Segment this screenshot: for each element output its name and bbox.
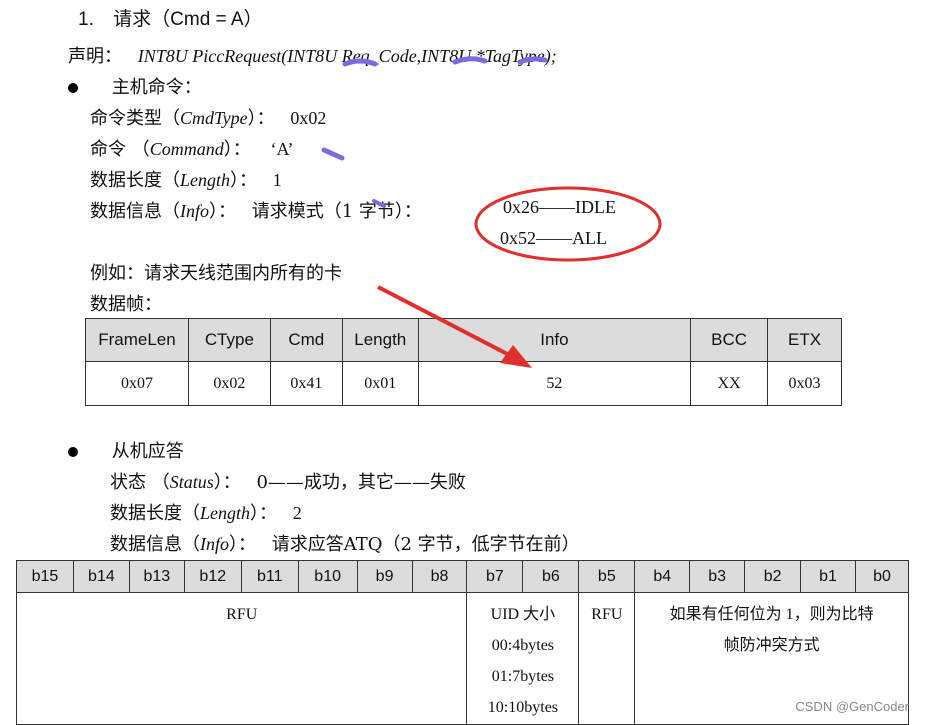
bit-header-cell: b9 <box>356 560 413 593</box>
purple-highlight-stroke <box>321 147 345 161</box>
uid-size-line: 01:7bytes <box>491 668 555 685</box>
info-line: 数据信息（Info）： 请求模式（1 字节）： <box>90 197 422 223</box>
status-term: Status <box>169 472 214 492</box>
declaration-line: 声明： INT8U PiccRequest(INT8U Req_Code,INT… <box>68 42 557 68</box>
info-close: ）： <box>209 201 236 222</box>
frame-table-row: 0x07 0x02 0x41 0x01 52 XX 0x03 <box>85 361 842 406</box>
cmdtype-close: ）： <box>247 108 275 129</box>
frame-header-cell: Cmd <box>269 318 343 362</box>
rfu-high-cell: RFU <box>15 592 468 725</box>
frame-header-cell: Length <box>341 318 419 362</box>
uid-size-line: 00:4bytes <box>491 637 555 654</box>
slave-info-close: ）： <box>229 534 256 555</box>
slave-title: 从机应答 <box>111 441 184 462</box>
info-option-all: 0x52——ALL <box>500 228 607 248</box>
frame-cell: 0x01 <box>341 361 419 406</box>
slave-info-label: 数据信息（ <box>110 534 200 555</box>
bit-header-cell: b2 <box>744 560 802 593</box>
frame-table: FrameLen CType Cmd Length Info BCC ETX 0… <box>85 318 842 406</box>
slave-info-line: 数据信息（Info）： 请求应答ATQ（2 字节，低字节在前） <box>110 530 580 556</box>
anticollision-line: 帧防冲突方式 <box>723 637 820 654</box>
uid-size-line: UID 大小 <box>490 606 556 623</box>
bit-header-cell: b0 <box>854 560 910 593</box>
slave-length-line: 数据长度（Length）： 2 <box>110 499 302 525</box>
uid-size-line: 10:10bytes <box>487 699 559 716</box>
function-signature: INT8U PiccRequest(INT8U Req_Code,INT8U *… <box>137 46 557 66</box>
cmdtype-line: 命令类型（CmdType）： 0x02 <box>90 104 326 130</box>
bits-header-row: b15 b14 b13 b12 b11 b10 b9 b8 b7 b6 b5 b… <box>16 560 910 593</box>
bit-header-cell: b8 <box>411 560 468 593</box>
bullet-dot-icon <box>68 447 78 457</box>
slave-length-term: Length <box>200 503 251 523</box>
uid-size-cell: UID 大小 00:4bytes 01:7bytes 10:10bytes <box>466 592 580 725</box>
bit-header-cell: b15 <box>16 560 74 593</box>
bits-value-row: RFU UID 大小 00:4bytes 01:7bytes 10:10byte… <box>15 592 909 725</box>
frame-cell: 0x03 <box>767 361 842 406</box>
bullet-dot-icon <box>68 83 78 93</box>
bit-header-cell: b14 <box>72 560 130 593</box>
host-title: 主机命令： <box>111 77 202 98</box>
status-label: 状态 （ <box>110 472 170 493</box>
command-close: ）： <box>223 139 251 160</box>
section-heading: 1. 请求（Cmd = A） <box>78 4 263 31</box>
frame-cell: XX <box>690 361 769 406</box>
slave-length-close: ）： <box>250 503 278 524</box>
cmdtype-term: CmdType <box>180 108 248 128</box>
rfu-b5-cell: RFU <box>578 592 636 725</box>
length-line: 数据长度（Length）： 1 <box>90 166 282 192</box>
declaration-label: 声明： <box>68 46 122 67</box>
bit-header-cell: b11 <box>240 560 299 593</box>
info-term: Info <box>180 201 209 221</box>
example-text: 例如：请求天线范围内所有的卡 <box>90 263 342 284</box>
host-bullet: 主机命令： <box>68 73 202 99</box>
section-number: 1. <box>78 9 94 30</box>
slave-length-value: 2 <box>292 503 302 523</box>
status-line: 状态 （Status）： 0——成功，其它——失败 <box>110 468 466 494</box>
frame-cell: 0x02 <box>187 361 271 406</box>
bit-header-cell: b1 <box>800 560 856 593</box>
bit-header-cell: b3 <box>689 560 746 593</box>
frame-cell: 0x41 <box>269 361 343 406</box>
info-desc: 请求模式（1 字节）： <box>251 201 422 222</box>
bit-header-cell: b10 <box>297 560 358 593</box>
slave-bullet: 从机应答 <box>68 437 184 463</box>
cmdtype-label: 命令类型（ <box>90 108 180 129</box>
section-title: 请求（Cmd = A） <box>113 9 263 30</box>
atq-bits-table: b15 b14 b13 b12 b11 b10 b9 b8 b7 b6 b5 b… <box>15 560 910 725</box>
frame-header-cell: Info <box>417 318 692 362</box>
frame-header-cell: CType <box>187 318 271 362</box>
length-label: 数据长度（ <box>90 170 180 191</box>
frame-header-cell: BCC <box>690 318 769 362</box>
bit-header-cell: b13 <box>128 560 185 593</box>
command-value: ‘A’ <box>270 139 294 159</box>
frame-label: 数据帧： <box>90 294 162 315</box>
command-label: 命令 （ <box>90 139 150 160</box>
length-close: ）： <box>230 170 258 191</box>
frame-header-cell: FrameLen <box>85 318 189 362</box>
watermark: CSDN @GenCoder <box>795 699 909 714</box>
info-option-idle: 0x26——IDLE <box>503 197 616 217</box>
slave-info-value: 请求应答ATQ（2 字节，低字节在前） <box>271 534 580 555</box>
frame-header-cell: ETX <box>767 318 842 362</box>
frame-cell: 52 <box>417 361 692 406</box>
frame-table-header-row: FrameLen CType Cmd Length Info BCC ETX <box>85 318 842 362</box>
length-value: 1 <box>272 170 282 190</box>
length-term: Length <box>180 170 231 190</box>
cmdtype-value: 0x02 <box>290 108 327 128</box>
anticollision-line: 如果有任何位为 1，则为比特 <box>669 606 874 623</box>
bit-header-cell: b7 <box>466 560 524 593</box>
info-label: 数据信息（ <box>90 201 180 222</box>
slave-info-term: Info <box>200 534 229 554</box>
status-close: ）： <box>213 472 241 493</box>
bit-header-cell: b6 <box>522 560 580 593</box>
status-value: 0——成功，其它——失败 <box>256 472 466 493</box>
command-term: Command <box>149 139 224 159</box>
bit-header-cell: b5 <box>578 560 636 593</box>
bit-header-cell: b12 <box>183 560 242 593</box>
command-line: 命令 （Command）： ‘A’ <box>90 135 293 161</box>
bit-header-cell: b4 <box>634 560 691 593</box>
slave-length-label: 数据长度（ <box>110 503 200 524</box>
frame-cell: 0x07 <box>85 361 189 406</box>
